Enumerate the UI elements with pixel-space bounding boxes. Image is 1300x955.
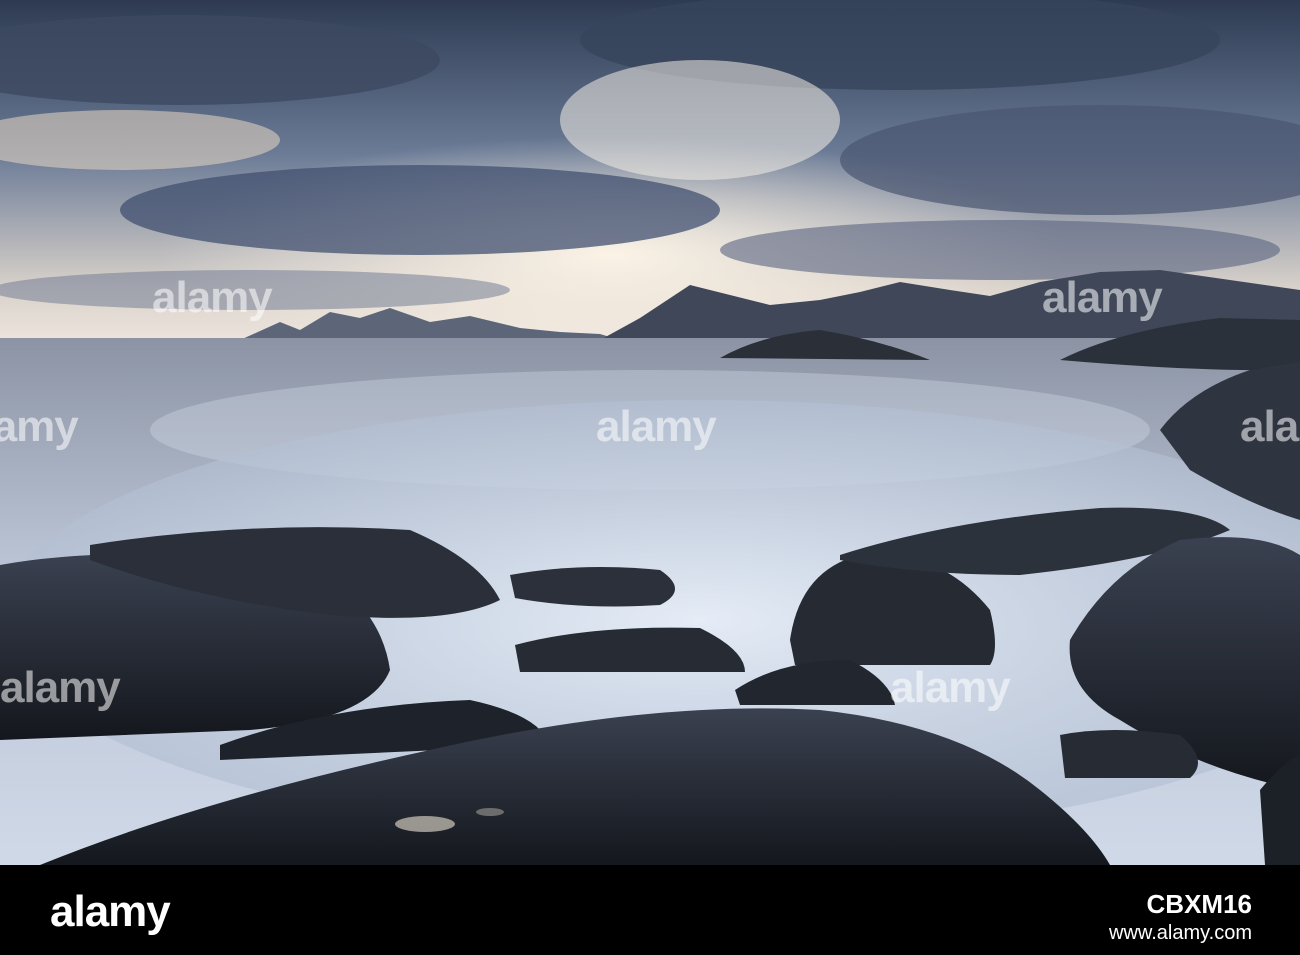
landscape-photo: alamy alamy alamy alamy alamy alamy alam… xyxy=(0,0,1300,865)
watermark-top-right: alamy xyxy=(1042,273,1163,322)
watermark-center: alamy xyxy=(596,402,717,451)
footer-bar: alamy CBXM16 www.alamy.com xyxy=(0,865,1300,955)
watermark-left-edge: alamy xyxy=(0,402,79,451)
footer-logo: alamy xyxy=(50,887,171,936)
watermark-right-edge: alamy xyxy=(1240,402,1300,451)
watermark-top-left: alamy xyxy=(152,273,273,322)
watermark-bottom-right: alamy xyxy=(890,663,1011,712)
watermark-bottom-left: alamy xyxy=(0,663,121,712)
footer-info: CBXM16 www.alamy.com xyxy=(1109,887,1252,945)
image-id: CBXM16 xyxy=(1146,889,1252,919)
site-url: www.alamy.com xyxy=(1109,922,1252,944)
